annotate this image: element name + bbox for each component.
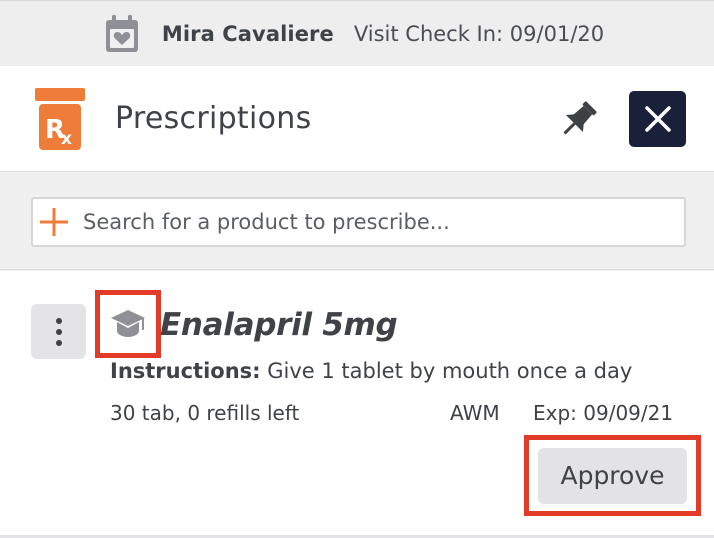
approve-highlight: Approve [524, 435, 701, 516]
page-title: Prescriptions [115, 101, 312, 136]
rx-bottle-icon: R x [35, 88, 85, 150]
prescriptions-header: R x Prescriptions [0, 66, 714, 172]
svg-text:x: x [61, 129, 72, 149]
drug-name: Enalapril 5mg [160, 307, 398, 343]
education-highlight[interactable] [95, 290, 161, 358]
patient-bar: Mira Cavaliere Visit Check In: 09/01/20 [0, 0, 714, 66]
visit-check-in: Visit Check In: 09/01/20 [353, 21, 605, 46]
pin-icon[interactable] [554, 99, 602, 141]
graduation-cap-icon [111, 310, 145, 337]
prescription-card: Enalapril 5mg Instructions: Give 1 table… [0, 271, 714, 538]
close-icon [644, 106, 671, 132]
kebab-dot [55, 317, 62, 324]
prescriber-initials: AWM [450, 401, 500, 425]
instructions: Instructions: Give 1 tablet by mouth onc… [110, 359, 632, 383]
calendar-heart-icon [105, 14, 138, 52]
quantity-refills: 30 tab, 0 refills left [110, 401, 300, 425]
plus-icon[interactable] [39, 207, 69, 237]
kebab-dot [55, 339, 62, 346]
search-box[interactable] [31, 197, 686, 247]
more-options-button[interactable] [31, 304, 86, 359]
search-input[interactable] [83, 210, 643, 234]
search-area [0, 172, 714, 270]
instructions-text: Give 1 tablet by mouth once a day [260, 359, 633, 383]
patient-name: Mira Cavaliere [161, 21, 334, 46]
close-button[interactable] [629, 91, 686, 147]
instructions-label: Instructions: [110, 359, 261, 383]
expiry-date: Exp: 09/09/21 [533, 401, 674, 425]
approve-button[interactable]: Approve [538, 447, 687, 504]
patient-info: Mira Cavaliere Visit Check In: 09/01/20 [104, 14, 604, 54]
kebab-dot [55, 328, 62, 335]
